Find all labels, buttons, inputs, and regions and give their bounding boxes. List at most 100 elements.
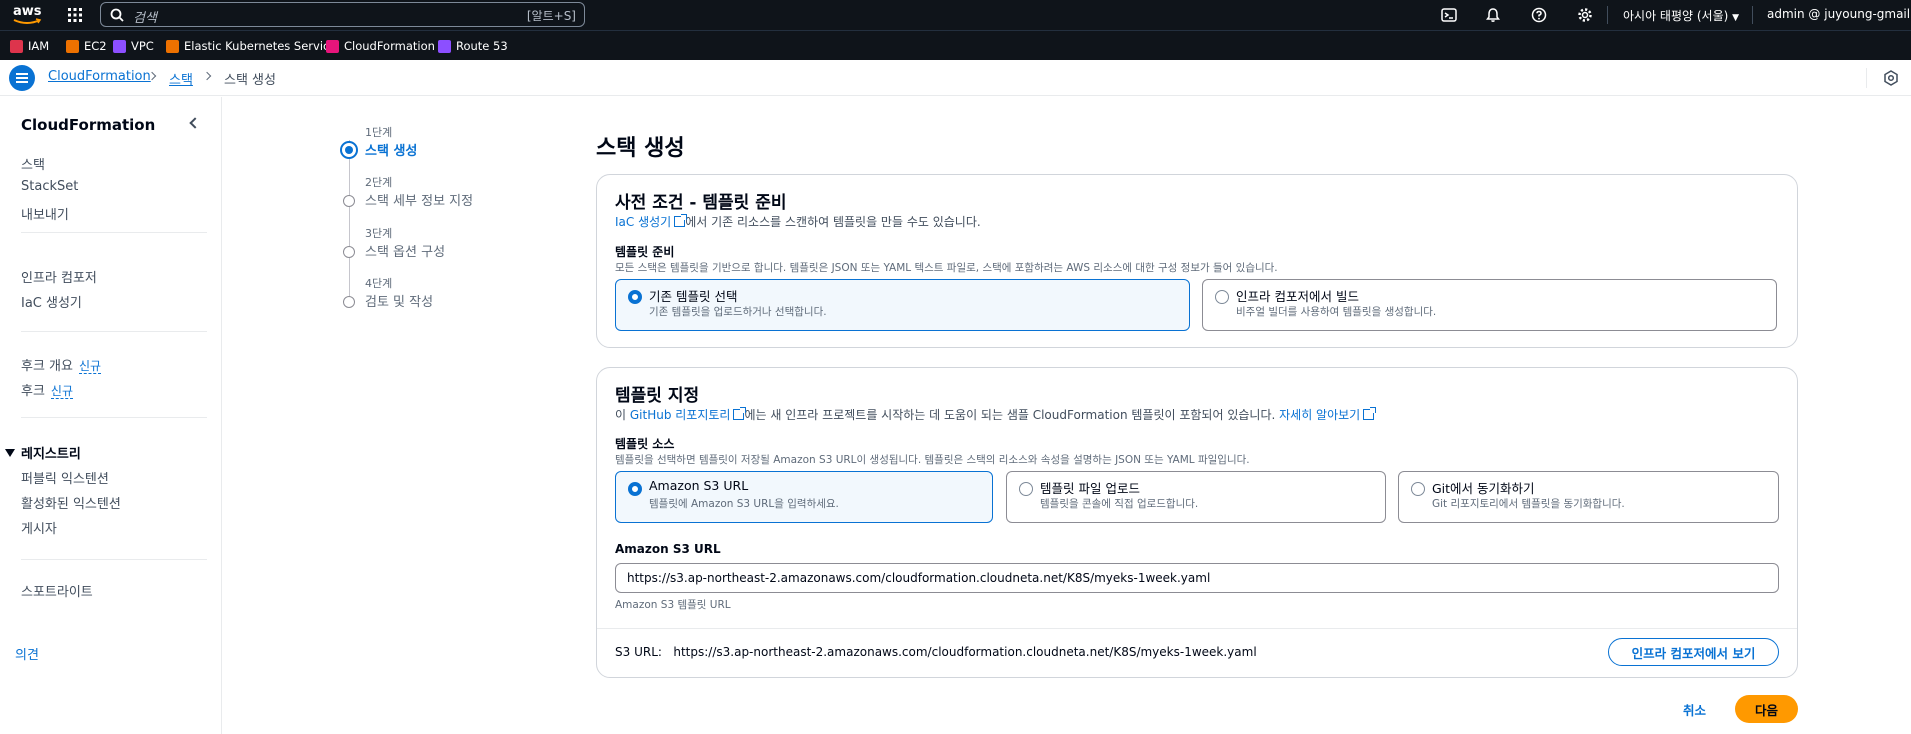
- option-existing-template[interactable]: 기존 템플릿 선택 기존 템플릿을 업로드하거나 선택합니다.: [615, 279, 1190, 331]
- sidebar-item-hooks-overview[interactable]: 후크 개요 신규: [21, 355, 102, 374]
- step-label: 스택 옵션 구성: [365, 245, 446, 260]
- sidebar-item-infrastructure-composer[interactable]: 인프라 컴포저: [21, 267, 97, 286]
- sidebar-item-spotlight[interactable]: 스포트라이트: [21, 581, 93, 600]
- nav-divider: [1752, 6, 1753, 24]
- nav-divider: [1607, 6, 1608, 24]
- step-number: 2단계: [365, 176, 393, 189]
- iac-generator-link[interactable]: IaC 생성기: [615, 215, 671, 229]
- help-icon[interactable]: [1531, 7, 1547, 23]
- favorite-label: CloudFormation: [344, 39, 435, 53]
- option-description: 비주얼 빌더를 사용하여 템플릿을 생성합니다.: [1236, 306, 1437, 318]
- option-description: 템플릿을 콘솔에 직접 업로드합니다.: [1040, 498, 1199, 510]
- s3-url-prefix: S3 URL:: [615, 645, 662, 659]
- option-title: Git에서 동기화하기: [1432, 481, 1535, 496]
- steps-connector-line: [349, 140, 350, 297]
- field-label: 템플릿 소스: [615, 437, 675, 451]
- sidebar-group-label: 레지스트리: [21, 447, 81, 462]
- github-repo-link[interactable]: GitHub 리포지토리: [630, 408, 731, 422]
- favorite-route53[interactable]: Route 53: [438, 39, 508, 53]
- notifications-bell-icon[interactable]: [1485, 7, 1501, 23]
- breadcrumb-stacks[interactable]: 스택: [169, 69, 193, 88]
- step-label: 검토 및 작성: [365, 295, 434, 310]
- radio-unselected[interactable]: [1411, 482, 1425, 496]
- favorite-eks[interactable]: Elastic Kubernetes Service: [166, 39, 336, 53]
- favorite-vpc[interactable]: VPC: [113, 39, 154, 53]
- route53-service-icon: [438, 39, 451, 53]
- container-description: IaC 생성기 에서 기존 리소스를 스캔하여 템플릿을 만들 수도 있습니다.: [615, 213, 981, 230]
- option-title: 기존 템플릿 선택: [649, 289, 738, 304]
- favorite-label: VPC: [131, 39, 154, 53]
- sidebar-item-hooks[interactable]: 후크 신규: [21, 380, 74, 399]
- source-upload-file[interactable]: 템플릿 파일 업로드 템플릿을 콘솔에 직접 업로드합니다.: [1006, 471, 1386, 523]
- chevron-down-icon: ▼: [1732, 13, 1740, 23]
- services-grid-icon[interactable]: [67, 7, 83, 23]
- step-pending-icon: [343, 195, 355, 207]
- sidebar-item-activated-extensions[interactable]: 활성화된 익스텐션: [21, 493, 121, 512]
- learn-more-link[interactable]: 자세히 알아보기: [1279, 408, 1360, 422]
- field-label: Amazon S3 URL: [615, 542, 721, 556]
- sidebar-item-publishers[interactable]: 게시자: [21, 518, 57, 537]
- cancel-button[interactable]: 취소: [1683, 700, 1706, 719]
- source-sync-from-git[interactable]: Git에서 동기화하기 Git 리포지토리에서 템플릿을 동기화합니다.: [1398, 471, 1779, 523]
- sidebar-item-stacks[interactable]: 스택: [21, 154, 45, 173]
- cloudshell-icon[interactable]: [1441, 7, 1457, 23]
- radio-unselected[interactable]: [1215, 290, 1229, 304]
- collapse-sidebar-icon[interactable]: [189, 117, 201, 129]
- s3-url-input[interactable]: https://s3.ap-northeast-2.amazonaws.com/…: [615, 563, 1779, 593]
- search-placeholder: 검색: [133, 11, 157, 26]
- step-number: 3단계: [365, 227, 393, 240]
- external-link-icon: [733, 407, 747, 420]
- option-description: 기존 템플릿을 업로드하거나 선택합니다.: [649, 306, 827, 318]
- option-build-in-composer[interactable]: 인프라 컴포저에서 빌드 비주얼 빌더를 사용하여 템플릿을 생성합니다.: [1202, 279, 1777, 331]
- sidebar-item-stacksets[interactable]: StackSet: [21, 179, 78, 194]
- option-title: 템플릿 파일 업로드: [1040, 481, 1140, 496]
- s3-url-value: https://s3.ap-northeast-2.amazonaws.com/…: [673, 645, 1257, 659]
- step-pending-icon: [343, 246, 355, 258]
- radio-selected[interactable]: [628, 482, 642, 496]
- container-divider: [597, 628, 1797, 629]
- settings-gear-icon[interactable]: [1577, 7, 1593, 23]
- field-label: 템플릿 준비: [615, 245, 675, 259]
- search-shortcut: [알트+S]: [526, 9, 576, 23]
- favorite-cloudformation[interactable]: CloudFormation: [326, 39, 435, 53]
- specify-template-container: 템플릿 지정 이 GitHub 리포지토리 에는 새 인프라 프로젝트를 시작하는…: [596, 367, 1798, 678]
- sidebar-item-exports[interactable]: 내보내기: [21, 204, 69, 223]
- preferences-icon[interactable]: [1883, 70, 1899, 86]
- hamburger-menu-icon[interactable]: [9, 65, 35, 91]
- sidebar-divider: [21, 331, 207, 332]
- search-icon: [110, 8, 124, 22]
- option-title: 인프라 컴포저에서 빌드: [1236, 289, 1359, 304]
- favorite-ec2[interactable]: EC2: [66, 39, 107, 53]
- favorite-label: EC2: [84, 39, 107, 53]
- search-input[interactable]: 검색 [알트+S]: [100, 2, 585, 27]
- sidebar-divider: [21, 417, 207, 418]
- container-title: 사전 조건 - 템플릿 준비: [615, 193, 787, 213]
- eks-service-icon: [166, 39, 179, 53]
- account-menu[interactable]: admin @ juyoung-gmail ▼: [1767, 7, 1911, 21]
- favorite-label: Elastic Kubernetes Service: [184, 39, 337, 53]
- source-s3-url[interactable]: Amazon S3 URL 템플릿에 Amazon S3 URL을 입력하세요.: [615, 471, 993, 523]
- view-in-composer-button[interactable]: 인프라 컴포저에서 보기: [1608, 638, 1779, 666]
- field-hint: 모든 스택은 템플릿을 기반으로 합니다. 템플릿은 JSON 또는 YAML …: [615, 262, 1278, 274]
- sidebar-group-registry[interactable]: 레지스트리: [5, 443, 81, 462]
- next-button[interactable]: 다음: [1735, 695, 1798, 723]
- aws-logo-text: aws: [13, 4, 42, 19]
- favorite-iam[interactable]: IAM: [10, 39, 49, 53]
- prerequisite-container: 사전 조건 - 템플릿 준비 IaC 생성기 에서 기존 리소스를 스캔하여 템플…: [596, 174, 1798, 348]
- breadcrumb-cloudformation[interactable]: CloudFormation: [48, 69, 151, 84]
- aws-logo[interactable]: aws: [12, 4, 42, 26]
- feedback-link[interactable]: 의견: [15, 644, 39, 663]
- radio-selected[interactable]: [628, 290, 642, 304]
- side-navigation: CloudFormation 스택 StackSet 내보내기 인프라 컴포저 …: [0, 97, 222, 734]
- sidebar-item-public-extensions[interactable]: 퍼블릭 익스텐션: [21, 468, 109, 487]
- container-title: 템플릿 지정: [615, 386, 700, 406]
- page-title: 스택 생성: [596, 136, 685, 161]
- region-selector[interactable]: 아시아 태평양 (서울) ▼: [1623, 7, 1739, 24]
- option-description: Git 리포지토리에서 템플릿을 동기화합니다.: [1432, 498, 1625, 510]
- radio-unselected[interactable]: [1019, 482, 1033, 496]
- sidebar-item-iac-generator[interactable]: IaC 생성기: [21, 292, 82, 311]
- step-pending-icon: [343, 296, 355, 308]
- sidebar-divider: [21, 232, 207, 233]
- step-number: 4단계: [365, 277, 393, 290]
- step-label: 스택 생성: [365, 144, 418, 159]
